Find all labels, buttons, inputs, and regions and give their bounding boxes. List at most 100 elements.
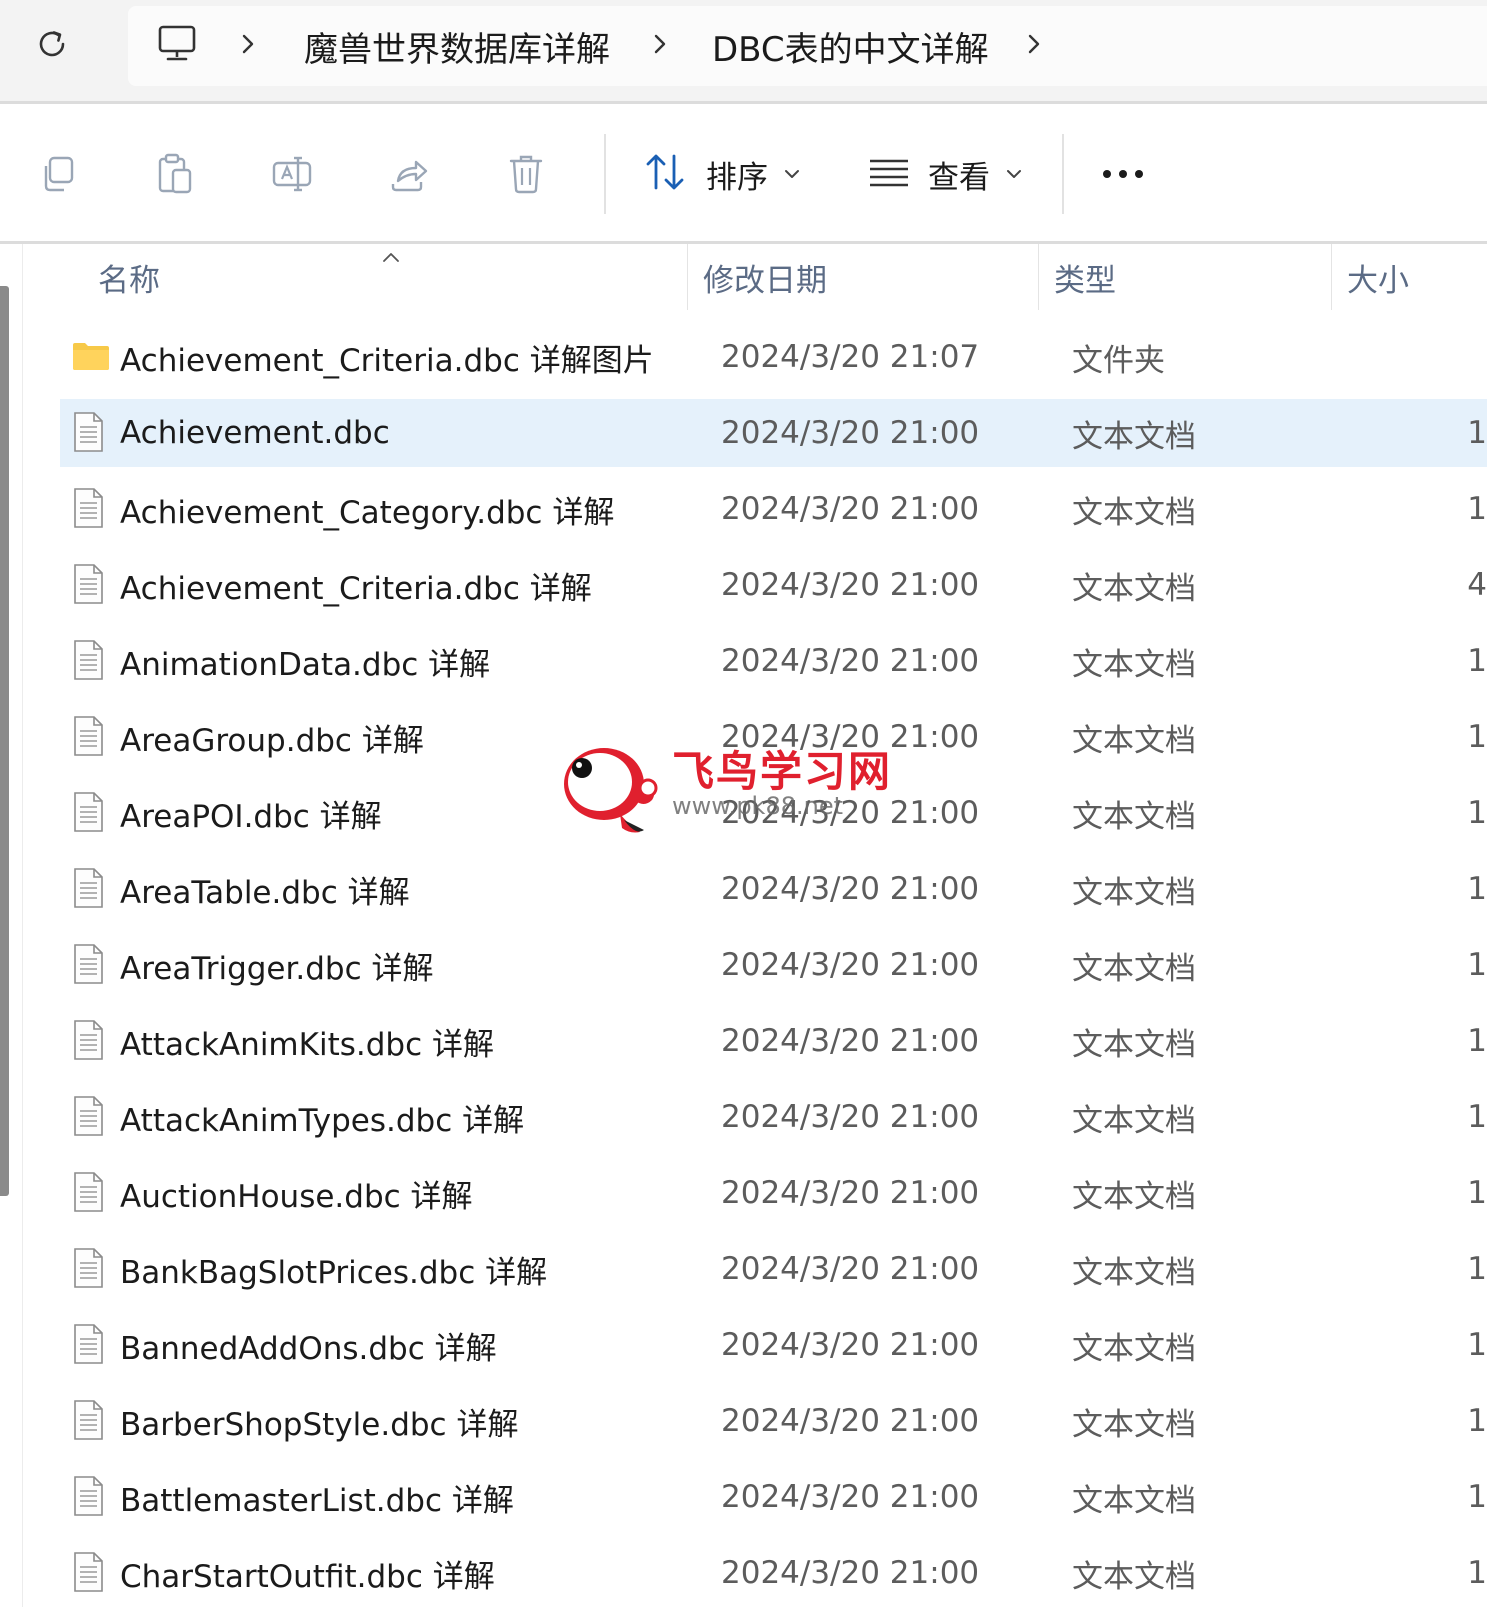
text-file-icon (72, 1399, 108, 1441)
breadcrumb-label: 魔兽世界数据库详解 (304, 29, 610, 70)
file-row[interactable]: CharStartOutfit.dbc 详解 2024/3/20 21:00 文本文… (60, 1539, 1487, 1607)
text-file-icon (72, 1475, 108, 1517)
column-header-label: 大小 (1347, 262, 1409, 299)
toolbar-divider (604, 134, 606, 214)
file-name: AreaGroup.dbc 详解 (120, 722, 424, 759)
file-type: 文本文档 (1072, 418, 1196, 455)
file-size (1420, 323, 1487, 391)
file-name: AttackAnimKits.dbc 详解 (120, 1026, 494, 1063)
paste-button[interactable] (149, 150, 201, 202)
chevron-right-icon (1024, 32, 1044, 60)
file-date: 2024/3/20 21:00 (721, 567, 980, 603)
file-name: BattlemasterList.dbc 详解 (120, 1482, 514, 1519)
breadcrumb-item-1[interactable]: 魔兽世界数据库详解 (304, 6, 610, 86)
more-dot (1103, 170, 1111, 178)
column-header-type[interactable]: 类型 (1054, 244, 1116, 310)
file-type: 文本文档 (1072, 1178, 1196, 1215)
file-row[interactable]: AnimationData.dbc 详解 2024/3/20 21:00 文本文档 1 (60, 627, 1487, 695)
text-file-icon (72, 563, 108, 605)
breadcrumb-separator[interactable] (650, 6, 670, 86)
file-row[interactable]: AreaPOI.dbc 详解 2024/3/20 21:00 文本文档 1 (60, 779, 1487, 847)
file-name: AnimationData.dbc 详解 (120, 646, 491, 683)
column-header-label: 类型 (1054, 262, 1116, 299)
file-size: 1 (1467, 1099, 1487, 1135)
column-resize-handle[interactable] (687, 244, 688, 310)
file-date: 2024/3/20 21:00 (721, 795, 980, 831)
file-row[interactable]: AreaTable.dbc 详解 2024/3/20 21:00 文本文档 1 (60, 855, 1487, 923)
file-row[interactable]: AttackAnimTypes.dbc 详解 2024/3/20 21:00 文本文… (60, 1083, 1487, 1151)
file-name: Achievement_Criteria.dbc 详解图片 (120, 342, 654, 379)
file-row[interactable]: Achievement_Category.dbc 详解 2024/3/20 21:… (60, 475, 1487, 543)
file-name: AreaTable.dbc 详解 (120, 874, 410, 911)
address-bar[interactable]: 魔兽世界数据库详解 DBC表的中文详解 (128, 6, 1487, 86)
share-button[interactable] (383, 150, 435, 202)
column-header-name[interactable]: 名称 (98, 244, 160, 310)
sort-button[interactable]: 排序 (644, 140, 800, 208)
breadcrumb-item-2[interactable]: DBC表的中文详解 (712, 6, 989, 86)
file-name: CharStartOutfit.dbc 详解 (120, 1558, 495, 1595)
file-row[interactable]: AuctionHouse.dbc 详解 2024/3/20 21:00 文本文档 1 (60, 1159, 1487, 1227)
file-type: 文本文档 (1072, 950, 1196, 987)
file-size: 4 (1467, 567, 1487, 603)
more-dot (1135, 170, 1143, 178)
column-resize-handle[interactable] (1038, 244, 1039, 310)
breadcrumb-separator[interactable] (1024, 6, 1044, 86)
vertical-scrollbar-thumb[interactable] (0, 286, 9, 1196)
file-row[interactable]: BankBagSlotPrices.dbc 详解 2024/3/20 21:00 文… (60, 1235, 1487, 1303)
file-date: 2024/3/20 21:00 (721, 1479, 980, 1515)
file-row[interactable]: AreaTrigger.dbc 详解 2024/3/20 21:00 文本文档 1 (60, 931, 1487, 999)
file-date: 2024/3/20 21:00 (721, 1251, 980, 1287)
view-button[interactable]: 查看 (868, 140, 1022, 208)
file-size: 1 (1467, 415, 1487, 451)
file-date: 2024/3/20 21:00 (721, 871, 980, 907)
text-file-icon (72, 1095, 108, 1137)
breadcrumb-separator[interactable] (238, 6, 258, 86)
command-bar: 排序 查看 (0, 104, 1487, 244)
refresh-button[interactable] (28, 22, 76, 70)
file-name: Achievement_Category.dbc 详解 (120, 494, 615, 531)
file-size: 1 (1467, 719, 1487, 755)
file-row[interactable]: AttackAnimKits.dbc 详解 2024/3/20 21:00 文本文档… (60, 1007, 1487, 1075)
file-date: 2024/3/20 21:00 (721, 719, 980, 755)
delete-button[interactable] (500, 150, 552, 202)
file-size: 1 (1467, 1403, 1487, 1439)
file-row[interactable]: BarberShopStyle.dbc 详解 2024/3/20 21:00 文本文… (60, 1387, 1487, 1455)
rename-button[interactable] (266, 150, 318, 202)
file-date: 2024/3/20 21:07 (721, 339, 980, 375)
folder-icon (72, 335, 109, 377)
file-row[interactable]: Achievement.dbc 2024/3/20 21:00 文本文档 1 (60, 399, 1487, 467)
column-resize-handle[interactable] (1331, 244, 1332, 310)
sort-arrows-icon (644, 152, 688, 196)
file-name: AuctionHouse.dbc 详解 (120, 1178, 473, 1215)
view-label: 查看 (928, 159, 990, 196)
file-row[interactable]: Achievement_Criteria.dbc 详解图片 2024/3/20 2… (60, 323, 1487, 391)
file-name: AttackAnimTypes.dbc 详解 (120, 1102, 525, 1139)
text-file-icon (72, 487, 108, 529)
column-header-label: 修改日期 (703, 262, 827, 299)
more-dot (1119, 170, 1127, 178)
toolbar-divider (1062, 134, 1064, 214)
file-size: 1 (1467, 795, 1487, 831)
breadcrumb-root[interactable] (156, 6, 198, 86)
file-row[interactable]: AreaGroup.dbc 详解 2024/3/20 21:00 文本文档 1 (60, 703, 1487, 771)
file-date: 2024/3/20 21:00 (721, 1327, 980, 1363)
file-size: 1 (1467, 1175, 1487, 1211)
more-options-button[interactable] (1088, 140, 1158, 208)
file-type: 文件夹 (1072, 342, 1165, 379)
column-header-date[interactable]: 修改日期 (703, 244, 827, 310)
text-file-icon (72, 1551, 108, 1593)
text-file-icon (72, 639, 108, 681)
text-file-icon (72, 1019, 108, 1061)
text-file-icon (72, 1171, 108, 1213)
file-size: 1 (1467, 1023, 1487, 1059)
sort-label: 排序 (706, 159, 768, 196)
copy-button[interactable] (32, 150, 84, 202)
column-header-size[interactable]: 大小 (1347, 244, 1409, 310)
file-row[interactable]: BattlemasterList.dbc 详解 2024/3/20 21:00 文本… (60, 1463, 1487, 1531)
rename-icon (271, 154, 313, 198)
chevron-right-icon (650, 32, 670, 60)
file-row[interactable]: BannedAddOns.dbc 详解 2024/3/20 21:00 文本文档 1 (60, 1311, 1487, 1379)
file-name: AreaPOI.dbc 详解 (120, 798, 382, 835)
file-row[interactable]: Achievement_Criteria.dbc 详解 2024/3/20 21:… (60, 551, 1487, 619)
file-date: 2024/3/20 21:00 (721, 1403, 980, 1439)
